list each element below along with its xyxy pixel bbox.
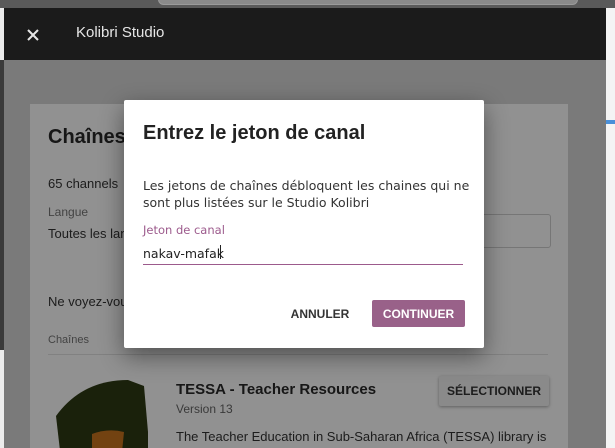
token-input-underline	[143, 264, 463, 265]
continue-button[interactable]: CONTINUER	[372, 300, 465, 327]
token-field-label: Jeton de canal	[143, 223, 225, 237]
channel-token-dialog: Entrez le jeton de canal Les jetons de c…	[124, 100, 484, 348]
app-bar: Kolibri Studio	[4, 8, 606, 60]
background-accent-bar	[605, 120, 615, 124]
token-input[interactable]	[143, 242, 463, 264]
close-icon[interactable]	[24, 26, 42, 44]
dialog-title: Entrez le jeton de canal	[143, 122, 366, 144]
background-top-strip	[0, 0, 615, 8]
text-cursor	[220, 245, 221, 259]
cancel-button[interactable]: ANNULER	[283, 300, 357, 327]
dialog-description: Les jetons de chaînes débloquent les cha…	[143, 178, 470, 210]
app-title: Kolibri Studio	[76, 24, 165, 41]
background-search-bar	[158, 0, 578, 5]
background-right-edge	[605, 8, 615, 448]
